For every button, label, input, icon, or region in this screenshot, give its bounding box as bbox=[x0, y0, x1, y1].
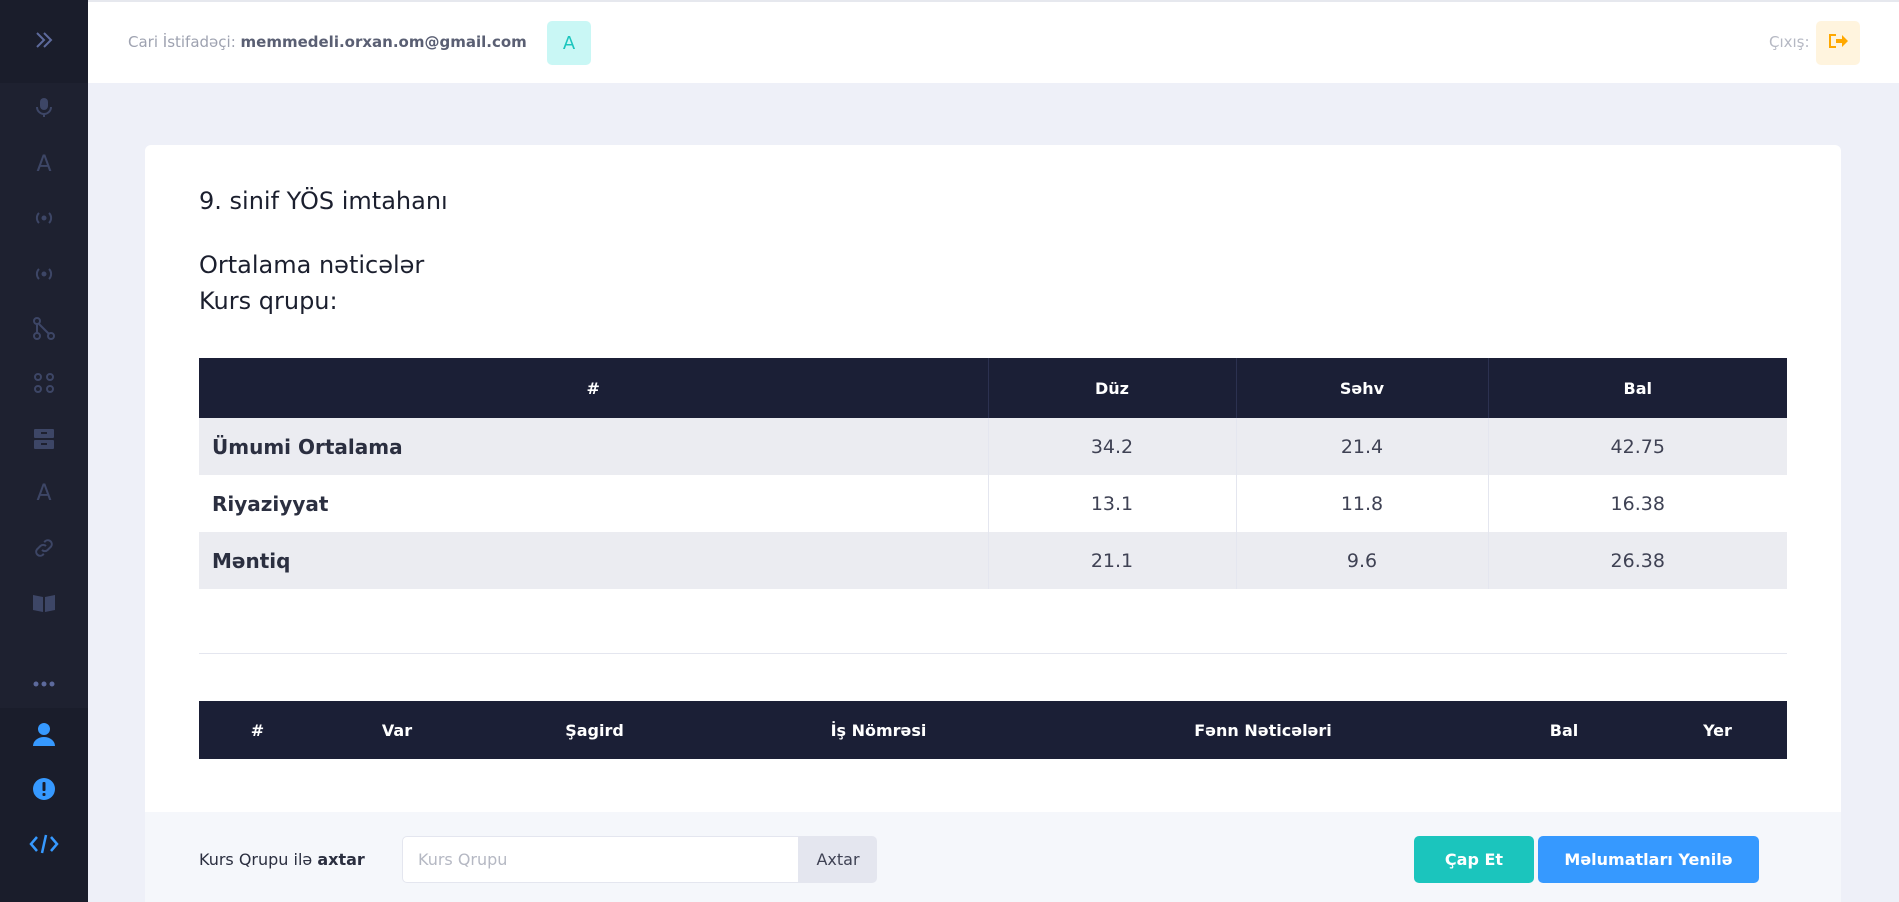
current-user: Cari İstifadəçi: memmedeli.orxan.om@gmai… bbox=[128, 33, 527, 51]
cell-sehv: 11.8 bbox=[1236, 475, 1489, 532]
cell-duz: 13.1 bbox=[988, 475, 1237, 532]
row-name: Məntiq bbox=[199, 532, 989, 589]
sidebar-item-archive[interactable] bbox=[0, 423, 88, 459]
exam-results-card: 9. sinif YÖS imtahanı Ortalama nəticələr… bbox=[145, 145, 1841, 902]
logout-label: Çıxış: bbox=[1769, 33, 1810, 51]
sidebar-item-broadcast[interactable] bbox=[0, 202, 88, 238]
sidebar-item-link[interactable] bbox=[0, 532, 88, 568]
logout-button[interactable] bbox=[1816, 21, 1860, 65]
column-header: Bal bbox=[1488, 358, 1787, 418]
averages-table: # Düz Səhv Bal Ümumi Ortalama 34.2 21.4 … bbox=[199, 358, 1787, 589]
sidebar: A A bbox=[0, 0, 88, 902]
column-header: Səhv bbox=[1236, 358, 1489, 418]
search-label: Kurs Qrupu ilə axtar bbox=[199, 850, 365, 869]
column-header-var[interactable]: Var bbox=[316, 701, 478, 759]
sidebar-item-nodes[interactable] bbox=[0, 313, 88, 349]
search-label-prefix: Kurs Qrupu ilə bbox=[199, 850, 313, 869]
column-header-work-number[interactable]: İş Nömrəsi bbox=[711, 701, 1046, 759]
more-dots-icon bbox=[32, 673, 56, 692]
search-button[interactable]: Axtar bbox=[799, 836, 877, 883]
column-header-student[interactable]: Şagird bbox=[478, 701, 711, 759]
alert-icon bbox=[31, 776, 57, 806]
code-icon bbox=[29, 833, 59, 859]
sidebar-item-more[interactable] bbox=[0, 664, 88, 700]
avatar[interactable]: A bbox=[547, 21, 591, 65]
grid-dots-icon bbox=[31, 370, 57, 400]
sidebar-item-broadcast-2[interactable] bbox=[0, 258, 88, 294]
print-button[interactable]: Çap Et bbox=[1414, 836, 1534, 883]
row-name: Riyaziyyat bbox=[199, 475, 989, 532]
font-a-icon: A bbox=[36, 480, 52, 506]
row-name: Ümumi Ortalama bbox=[199, 418, 989, 475]
book-icon bbox=[31, 592, 57, 618]
sidebar-item-alert[interactable] bbox=[0, 773, 88, 809]
sidebar-item-font[interactable]: A bbox=[0, 146, 88, 182]
broadcast-icon bbox=[32, 262, 56, 290]
sidebar-item-font-2[interactable]: A bbox=[0, 475, 88, 511]
top-header: Cari İstifadəçi: memmedeli.orxan.om@gmai… bbox=[88, 0, 1899, 83]
column-header-subject-results[interactable]: Fənn Nəticələri bbox=[1046, 701, 1480, 759]
page-title: 9. sinif YÖS imtahanı bbox=[199, 187, 448, 215]
student-results-table: # Var Şagird İş Nömrəsi Fənn Nəticələri … bbox=[199, 701, 1787, 759]
cell-bal: 42.75 bbox=[1488, 418, 1787, 475]
current-user-label: Cari İstifadəçi: bbox=[128, 33, 236, 51]
cell-sehv: 9.6 bbox=[1236, 532, 1489, 589]
cell-duz: 21.1 bbox=[988, 532, 1237, 589]
refresh-data-button[interactable]: Məlumatları Yenilə bbox=[1538, 836, 1759, 883]
current-user-email: memmedeli.orxan.om@gmail.com bbox=[240, 33, 527, 51]
nodes-icon bbox=[31, 316, 57, 346]
table-header-row: # Var Şagird İş Nömrəsi Fənn Nəticələri … bbox=[199, 701, 1787, 759]
sidebar-item-book[interactable] bbox=[0, 587, 88, 623]
font-a-icon: A bbox=[36, 151, 52, 177]
cell-sehv: 21.4 bbox=[1236, 418, 1489, 475]
course-group-title: Kurs qrupu: bbox=[199, 287, 338, 315]
microphone-icon bbox=[32, 95, 56, 123]
column-header-rank[interactable]: Yer bbox=[1648, 701, 1787, 759]
sidebar-item-code[interactable] bbox=[0, 828, 88, 864]
table-row: Ümumi Ortalama 34.2 21.4 42.75 bbox=[199, 418, 1787, 475]
section-divider bbox=[199, 653, 1787, 654]
sidebar-item-user[interactable] bbox=[0, 718, 88, 754]
broadcast-icon bbox=[32, 206, 56, 234]
search-label-bold: axtar bbox=[317, 850, 365, 869]
chevrons-right-icon[interactable] bbox=[32, 28, 56, 56]
column-header-score[interactable]: Bal bbox=[1480, 701, 1648, 759]
sidebar-item-microphone[interactable] bbox=[0, 91, 88, 127]
cell-bal: 16.38 bbox=[1488, 475, 1787, 532]
sidebar-bottom bbox=[0, 708, 88, 902]
card-footer: Kurs Qrupu ilə axtar Axtar Çap Et Məluma… bbox=[145, 812, 1841, 902]
averages-title: Ortalama nəticələr bbox=[199, 251, 425, 279]
column-header: # bbox=[199, 358, 989, 418]
cell-duz: 34.2 bbox=[988, 418, 1237, 475]
sign-out-icon bbox=[1827, 31, 1849, 55]
user-icon bbox=[31, 721, 57, 751]
column-header-index[interactable]: # bbox=[199, 701, 316, 759]
sidebar-item-grid[interactable] bbox=[0, 367, 88, 403]
cell-bal: 26.38 bbox=[1488, 532, 1787, 589]
table-row: Riyaziyyat 13.1 11.8 16.38 bbox=[199, 475, 1787, 532]
archive-icon bbox=[33, 427, 55, 455]
sidebar-header bbox=[0, 0, 88, 83]
table-row: Məntiq 21.1 9.6 26.38 bbox=[199, 532, 1787, 589]
table-header-row: # Düz Səhv Bal bbox=[199, 358, 1787, 418]
course-group-search-input[interactable] bbox=[402, 836, 799, 883]
column-header: Düz bbox=[988, 358, 1237, 418]
link-icon bbox=[32, 536, 56, 564]
